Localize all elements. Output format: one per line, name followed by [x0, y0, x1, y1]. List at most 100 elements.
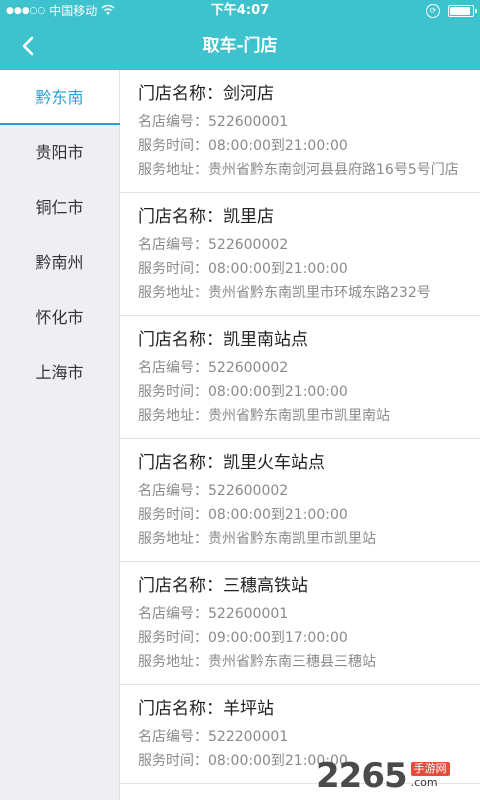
store-hours-label: 服务时间： [138, 138, 208, 154]
battery-icon [448, 5, 477, 17]
store-hours-label: 服务时间： [138, 753, 208, 769]
store-hours: 08:00:00到21:00:00 [208, 138, 348, 154]
store-code-row: 名店编号：522600002 [138, 479, 466, 503]
rotation-lock-icon: ⟳ [426, 4, 440, 18]
app-screen: ●●●○○ 中国移动 下午4:07 ⟳ 取车-门店 黔东南 贵阳市 铜仁市 黔南… [0, 0, 480, 800]
store-address-row: 服务地址：贵州省黔东南凯里市凯里南站 [138, 404, 466, 428]
store-code-row: 名店编号：522600002 [138, 233, 466, 257]
store-name-row: 门店名称：剑河店 [138, 80, 466, 108]
store-address: 贵州省黔东南凯里市环城东路232号 [208, 285, 431, 301]
store-code-row: 名店编号：522600002 [138, 356, 466, 380]
store-hours-label: 服务时间： [138, 384, 208, 400]
store-card[interactable]: 门店名称：羊坪站 名店编号：522200001 服务时间：08:00:00到21… [120, 685, 480, 784]
store-hours-row: 服务时间：08:00:00到21:00:00 [138, 503, 466, 527]
store-hours-label: 服务时间： [138, 261, 208, 277]
store-name: 凯里南站点 [223, 330, 308, 350]
sidebar-item-qiannan[interactable]: 黔南州 [0, 235, 119, 290]
chevron-left-icon [22, 36, 34, 56]
store-address-label: 服务地址： [138, 531, 208, 547]
sidebar-item-shanghai[interactable]: 上海市 [0, 345, 119, 400]
store-name-row: 门店名称：凯里南站点 [138, 326, 466, 354]
store-name-label: 门店名称： [138, 699, 223, 719]
store-name: 凯里店 [223, 207, 274, 227]
sidebar-item-huaihua[interactable]: 怀化市 [0, 290, 119, 345]
sidebar-item-guiyang[interactable]: 贵阳市 [0, 125, 119, 180]
nav-bar: 取车-门店 [0, 22, 480, 70]
store-card[interactable]: 门店名称：三穗高铁站 名店编号：522600001 服务时间：09:00:00到… [120, 562, 480, 685]
store-address: 贵州省黔东南三穗县三穗站 [208, 654, 376, 670]
store-hours: 08:00:00到21:00:00 [208, 753, 348, 769]
store-code-row: 名店编号：522600001 [138, 110, 466, 134]
store-card[interactable]: 门店名称：凯里火车站点 名店编号：522600002 服务时间：08:00:00… [120, 439, 480, 562]
store-hours-row: 服务时间：08:00:00到21:00:00 [138, 257, 466, 281]
store-name-row: 门店名称：羊坪站 [138, 695, 466, 723]
store-name-label: 门店名称： [138, 330, 223, 350]
store-code: 522600002 [208, 360, 289, 376]
store-code-label: 名店编号： [138, 606, 208, 622]
store-code-row: 名店编号：522600001 [138, 602, 466, 626]
store-card[interactable]: 门店名称：凯里南站点 名店编号：522600002 服务时间：08:00:00到… [120, 316, 480, 439]
store-code-row: 名店编号：522200001 [138, 725, 466, 749]
store-list[interactable]: 门店名称：剑河店 名店编号：522600001 服务时间：08:00:00到21… [120, 70, 480, 800]
store-code: 522200001 [208, 729, 289, 745]
store-address-label: 服务地址： [138, 285, 208, 301]
store-address: 贵州省黔东南凯里市凯里南站 [208, 408, 390, 424]
sidebar-item-label: 怀化市 [35, 308, 84, 327]
store-name: 剑河店 [223, 84, 274, 104]
store-hours: 09:00:00到17:00:00 [208, 630, 348, 646]
store-code: 522600002 [208, 483, 289, 499]
store-name-label: 门店名称： [138, 576, 223, 596]
store-hours-row: 服务时间：09:00:00到17:00:00 [138, 626, 466, 650]
sidebar-item-label: 铜仁市 [35, 198, 84, 217]
store-code-label: 名店编号： [138, 729, 208, 745]
store-address-row: 服务地址：贵州省黔东南剑河县县府路16号5号门店 [138, 158, 466, 182]
store-address-row: 服务地址：贵州省黔东南凯里市环城东路232号 [138, 281, 466, 305]
store-code-label: 名店编号： [138, 360, 208, 376]
store-code: 522600002 [208, 237, 289, 253]
store-code-label: 名店编号： [138, 483, 208, 499]
store-hours: 08:00:00到21:00:00 [208, 507, 348, 523]
store-hours-label: 服务时间： [138, 630, 208, 646]
store-name-row: 门店名称：凯里火车站点 [138, 449, 466, 477]
store-hours-row: 服务时间：08:00:00到21:00:00 [138, 380, 466, 404]
store-hours: 08:00:00到21:00:00 [208, 384, 348, 400]
store-hours-label: 服务时间： [138, 507, 208, 523]
store-card[interactable]: 门店名称：凯里店 名店编号：522600002 服务时间：08:00:00到21… [120, 193, 480, 316]
status-time: 下午4:07 [210, 3, 270, 18]
store-code-label: 名店编号： [138, 114, 208, 130]
store-address-row: 服务地址：贵州省黔东南凯里市凯里站 [138, 527, 466, 551]
store-name-label: 门店名称： [138, 453, 223, 473]
status-right: ⟳ [426, 0, 477, 22]
status-bar: ●●●○○ 中国移动 下午4:07 ⟳ [0, 0, 480, 22]
store-name: 凯里火车站点 [223, 453, 325, 473]
store-name-row: 门店名称：三穗高铁站 [138, 572, 466, 600]
store-address-row: 服务地址：贵州省黔东南三穗县三穗站 [138, 650, 466, 674]
store-name: 羊坪站 [223, 699, 274, 719]
sidebar-item-label: 黔东南 [35, 88, 84, 107]
sidebar-item-qiandongnan[interactable]: 黔东南 [0, 70, 120, 125]
sidebar-item-label: 贵阳市 [35, 143, 84, 162]
back-button[interactable] [10, 28, 46, 64]
store-code: 522600001 [208, 114, 289, 130]
store-name-label: 门店名称： [138, 84, 223, 104]
store-name-label: 门店名称： [138, 207, 223, 227]
page-title: 取车-门店 [202, 36, 278, 56]
store-hours-row: 服务时间：08:00:00到21:00:00 [138, 134, 466, 158]
header: ●●●○○ 中国移动 下午4:07 ⟳ 取车-门店 [0, 0, 480, 70]
store-address: 贵州省黔东南剑河县县府路16号5号门店 [208, 162, 459, 178]
store-card[interactable]: 门店名称：剑河店 名店编号：522600001 服务时间：08:00:00到21… [120, 70, 480, 193]
store-address: 贵州省黔东南凯里市凯里站 [208, 531, 376, 547]
store-hours-row: 服务时间：08:00:00到21:00:00 [138, 749, 466, 773]
sidebar-item-label: 黔南州 [35, 253, 84, 272]
store-code: 522600001 [208, 606, 289, 622]
store-address-label: 服务地址： [138, 408, 208, 424]
store-address-label: 服务地址： [138, 162, 208, 178]
sidebar-item-tongren[interactable]: 铜仁市 [0, 180, 119, 235]
store-code-label: 名店编号： [138, 237, 208, 253]
store-hours: 08:00:00到21:00:00 [208, 261, 348, 277]
store-name: 三穗高铁站 [223, 576, 308, 596]
city-sidebar: 黔东南 贵阳市 铜仁市 黔南州 怀化市 上海市 [0, 70, 120, 800]
sidebar-item-label: 上海市 [35, 363, 84, 382]
store-name-row: 门店名称：凯里店 [138, 203, 466, 231]
store-address-label: 服务地址： [138, 654, 208, 670]
